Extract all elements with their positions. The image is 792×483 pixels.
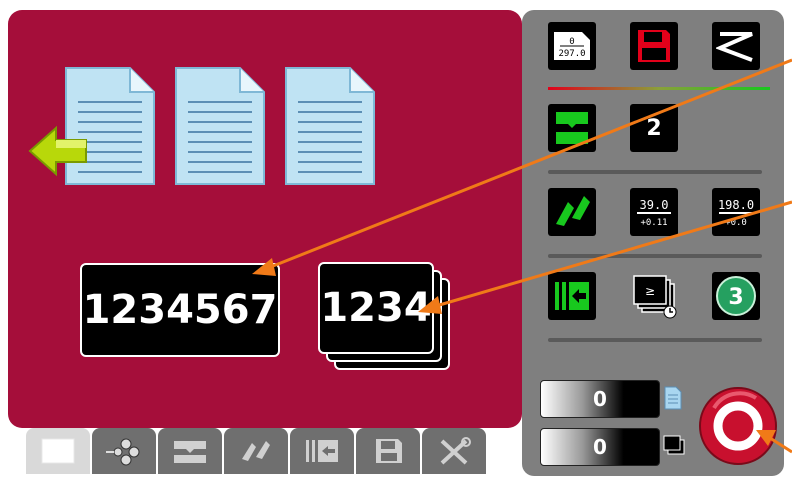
fold-icon	[174, 441, 206, 463]
offset-right-bottom-text: +0.0	[725, 218, 747, 228]
timer-symbol: ≥	[645, 284, 655, 298]
zigzag-icon	[716, 32, 753, 62]
bottom-tab-bar	[26, 428, 506, 476]
mode-number-text: 3	[728, 285, 743, 310]
offset-right-button[interactable]: 198.0 +0.0	[712, 188, 760, 236]
total-counter-value: 1234567	[82, 287, 278, 333]
tab-tools[interactable]	[422, 428, 486, 474]
mode-button[interactable]: 3	[712, 272, 760, 320]
offset-right-icon: 198.0 +0.0	[718, 198, 754, 228]
tab-feed[interactable]	[290, 428, 354, 474]
stop-button[interactable]	[698, 386, 778, 466]
paper-size-button[interactable]: 0 297.0	[548, 22, 596, 70]
fold-icon	[556, 112, 588, 144]
sheets-count-value: 0	[593, 387, 607, 411]
sets-counter-value: 1234	[320, 285, 432, 331]
floppy-disk-icon	[376, 439, 402, 463]
offset-left-top-text: 39.0	[640, 198, 669, 212]
tab-save[interactable]	[356, 428, 420, 474]
sets-count-display: 0	[540, 428, 660, 466]
offset-right-top-text: 198.0	[718, 198, 754, 212]
tools-icon	[440, 437, 471, 465]
offset-icon	[242, 441, 270, 461]
save-button[interactable]	[630, 22, 678, 70]
feed-button[interactable]	[548, 272, 596, 320]
main-panel: 1234567 1234	[8, 10, 522, 428]
sheets-count-display: 0	[540, 380, 660, 418]
paper-size-top-text: 0	[569, 37, 574, 47]
total-counter[interactable]: 1234567	[80, 263, 280, 357]
tab-documents[interactable]	[26, 428, 90, 474]
zigzag-button[interactable]	[712, 22, 760, 70]
offset-left-bottom-text: +0.11	[640, 218, 667, 228]
mode-number-icon: 3	[716, 276, 756, 316]
set-count-button[interactable]: 2	[630, 104, 678, 152]
document-icon	[285, 67, 375, 185]
offset-icon	[556, 196, 590, 226]
divider	[548, 254, 762, 258]
sets-counter[interactable]: 1234	[318, 262, 434, 354]
feed-icon	[306, 440, 338, 462]
divider	[548, 338, 762, 342]
sets-count-value: 0	[593, 435, 607, 459]
document-icon	[175, 67, 265, 185]
divider	[548, 170, 762, 174]
tab-fold[interactable]	[158, 428, 222, 474]
fold-button[interactable]	[548, 104, 596, 152]
tab-rollers[interactable]	[92, 428, 156, 474]
floppy-disk-icon	[638, 30, 670, 62]
feed-icon	[555, 282, 589, 310]
paper-size-bottom-text: 297.0	[558, 49, 585, 59]
control-panel: 0 297.0 2 39.0 +0.11 198.0 +0.0 ≥ 3 0 0	[522, 10, 784, 476]
offset-button[interactable]	[548, 188, 596, 236]
document-page-icon	[41, 438, 75, 464]
timer-stack-icon: ≥	[633, 275, 677, 319]
offset-left-icon: 39.0 +0.11	[637, 198, 671, 228]
stack-icon	[663, 435, 685, 455]
set-count-value: 2	[646, 115, 662, 141]
paper-size-icon: 0 297.0	[554, 32, 590, 60]
progress-gradient	[548, 87, 770, 90]
arrow-left-icon[interactable]	[26, 122, 96, 180]
rollers-icon	[106, 438, 140, 466]
document-icon	[664, 386, 682, 410]
offset-left-button[interactable]: 39.0 +0.11	[630, 188, 678, 236]
timer-button[interactable]: ≥	[630, 272, 678, 320]
tab-offset[interactable]	[224, 428, 288, 474]
